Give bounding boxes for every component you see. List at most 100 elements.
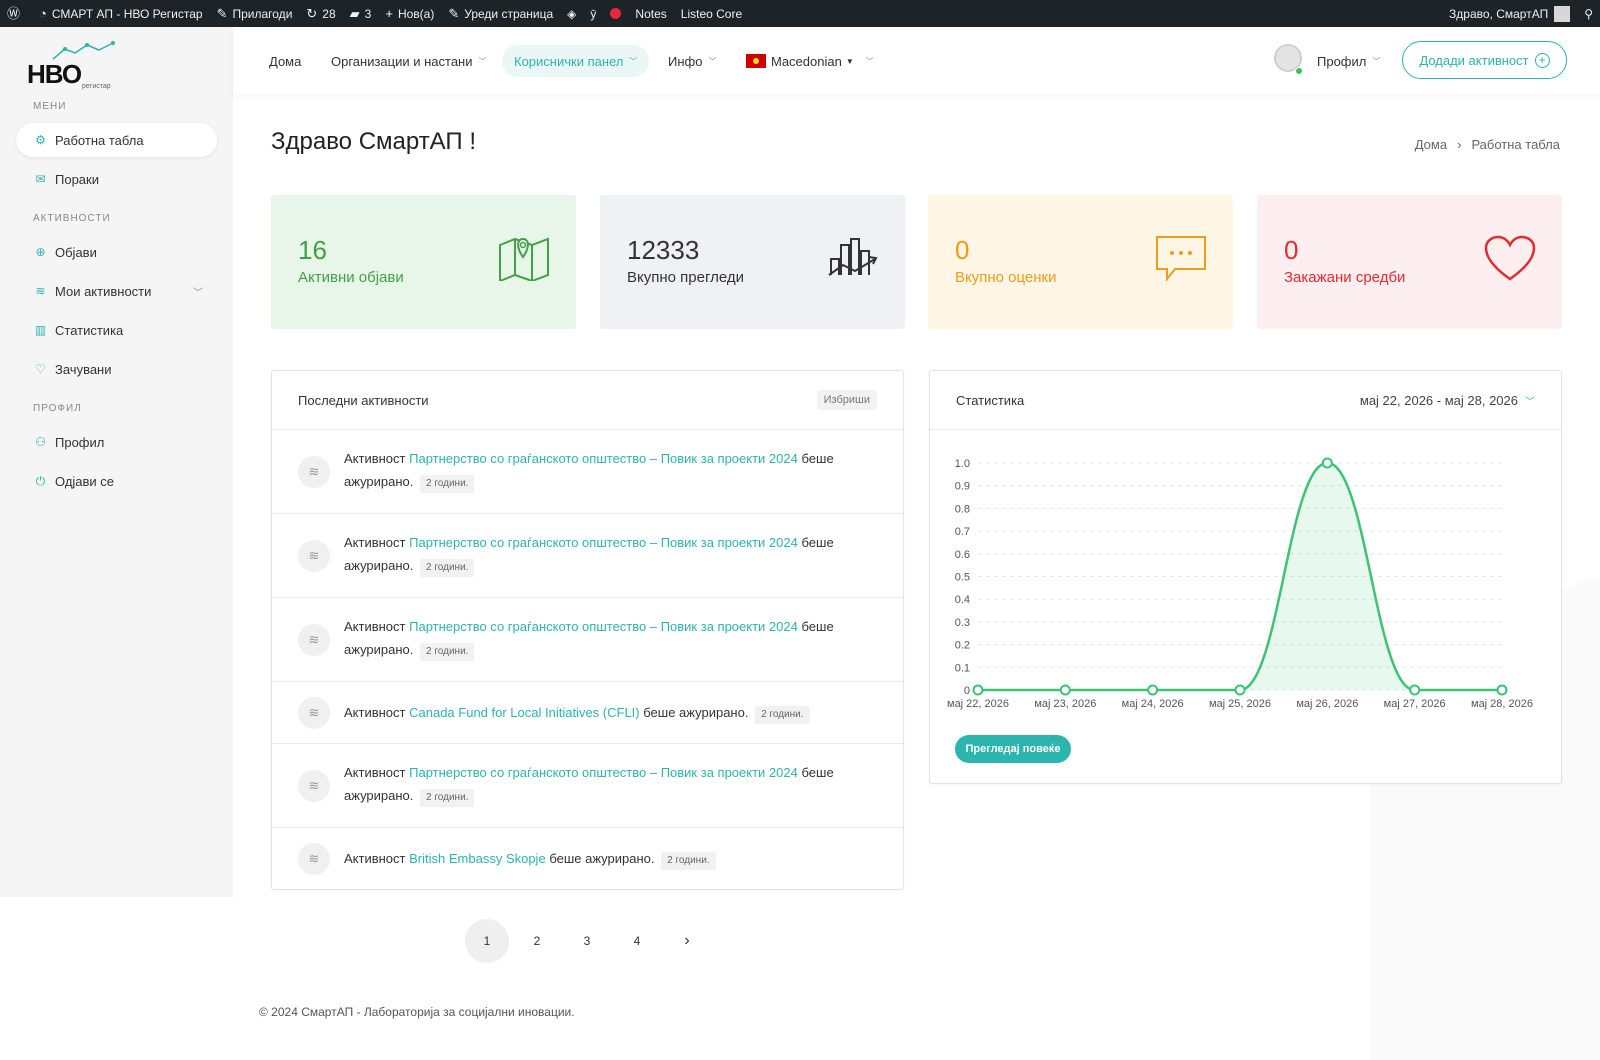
admin-comments[interactable]: ▰ 3 [343,0,379,27]
stat-card-active-posts: 16 Активни објави [271,195,576,329]
diamond-icon[interactable]: ◈ [560,0,583,27]
sidebar-item-profile[interactable]: ⚇ Профил [16,425,217,459]
activity-link[interactable]: Партнерство со граѓанското општество – П… [409,535,798,550]
envelope-icon: ✉ [35,172,46,186]
clear-button[interactable]: Избриши [816,390,877,410]
admin-listeo[interactable]: Listeo Core [674,0,749,27]
data-point [1234,684,1246,696]
admin-notes[interactable]: Notes [628,0,673,27]
stat-label: Вкупно прегледи [627,269,744,286]
y-tick-label: 0.7 [955,526,970,538]
x-tick-label: мај 23, 2026 [1034,698,1096,710]
time-badge: 2 години. [420,559,475,577]
logo[interactable]: НВО регистар [27,41,137,101]
list-item: ≋ Активност British Embassy Skopje беше … [272,828,903,890]
layers-icon: ≋ [298,456,330,488]
stat-card-total-reviews: 0 Вкупно оценки [928,195,1233,329]
admin-edit-page[interactable]: ✎ Уреди страница [441,0,560,27]
data-point [1496,684,1508,696]
x-tick-label: мај 26, 2026 [1296,698,1358,710]
nav-profile[interactable]: Профил ﹀ [1305,45,1392,77]
sidebar-item-post[interactable]: ⊕ Објави [16,235,217,269]
search-icon[interactable]: ⚲ [1577,0,1600,27]
layers-icon: ≋ [298,697,330,729]
sidebar-item-statistics[interactable]: ▥ Статистика [16,313,217,347]
series-line [978,461,1502,692]
breadcrumb-home[interactable]: Дома [1415,137,1447,152]
y-tick-label: 0.5 [955,572,970,584]
layers-icon: ≋ [35,284,46,298]
activity-link[interactable]: Canada Fund for Local Initiatives (CFLI) [409,705,640,720]
layers-icon: ≋ [298,624,330,656]
x-tick-label: мај 28, 2026 [1471,698,1533,710]
avatar [1554,5,1571,22]
user-icon: ⚇ [35,435,46,449]
sidebar-item-my-activities[interactable]: ≋ Мои активности ﹀ [16,274,217,308]
sidebar-item-saved[interactable]: ♡ Зачувани [16,352,217,386]
data-point [1147,684,1159,696]
sidebar-item-logout[interactable]: ⏻ Одјави се [16,464,217,498]
admin-updates[interactable]: ↻ 28 [299,0,342,27]
stat-value: 0 [1284,235,1299,265]
page-2-button[interactable]: 2 [515,919,559,963]
time-badge: 2 години. [661,852,716,870]
nav-organizations[interactable]: Организации и настани ﹀ [319,45,499,77]
statistics-panel: Статистика мај 22, 2026 - мај 28, 2026 ﹀ … [929,370,1562,784]
sidebar-item-messages[interactable]: ✉ Пораки [16,162,217,196]
plus-icon: + [385,6,393,21]
nav-info[interactable]: Инфо ﹀ [656,45,728,77]
plus-circle-icon: ⊕ [35,245,46,259]
layers-icon: ≋ [298,843,330,875]
data-point [1409,684,1421,696]
y-tick-label: 1.0 [955,458,970,470]
panel-title: Последни активности [298,392,429,408]
chevron-right-icon: › [1457,137,1462,152]
nav-home[interactable]: Дома [257,45,313,77]
y-tick-label: 0.3 [955,617,970,629]
chevron-down-icon: ﹀ [1525,396,1535,408]
time-badge: 2 години. [420,789,475,807]
top-navigation: Дома Организации и настани ﹀ Кориснички п… [233,27,1600,94]
y-tick-label: 0.6 [955,549,970,561]
stat-value: 16 [298,235,327,265]
language-select[interactable]: Macedonian ▼ ﹀ [734,45,886,77]
record-icon[interactable] [603,0,628,27]
wordpress-logo-icon[interactable]: Ⓦ [0,0,32,27]
stat-card-scheduled-meetings: 0 Закажани средби [1257,195,1562,329]
chevron-down-icon: ﹀ [629,56,638,66]
admin-greeting[interactable]: Здраво, СмартАП [1442,0,1577,27]
admin-new[interactable]: + Нов(а) [378,0,441,27]
bar-chart-icon: ▥ [34,323,47,337]
activity-link[interactable]: Партнерство со граѓанското општество – П… [409,619,798,634]
profile-heading: ПРОФИЛ [33,403,82,414]
chevron-down-icon: ﹀ [193,287,203,299]
yoast-icon[interactable]: ȳ [583,0,603,27]
plus-icon: + [1534,52,1550,68]
page-3-button[interactable]: 3 [565,919,609,963]
logo-graph-icon [52,41,115,60]
next-page-button[interactable]: › [665,919,709,963]
sidebar: НВО регистар МЕНИ ⚙ Работна табла ✉ Пораки… [0,27,233,897]
nav-user-panel[interactable]: Кориснички панел ﹀ [502,45,650,77]
time-badge: 2 години. [420,643,475,661]
activity-link[interactable]: Партнерство со граѓанското општество – П… [409,765,798,780]
view-more-button[interactable]: Прегледај повеќе [955,735,1071,763]
x-tick-label: мај 24, 2026 [1122,698,1184,710]
page-4-button[interactable]: 4 [615,919,659,963]
date-range-picker[interactable]: мај 22, 2026 - мај 28, 2026 ﹀ [1360,393,1535,408]
activity-link[interactable]: British Embassy Skopje [409,851,546,866]
stat-label: Вкупно оценки [955,269,1057,286]
page-1-button[interactable]: 1 [465,919,509,963]
admin-customize[interactable]: ✎ Прилагоди [210,0,300,27]
activity-link[interactable]: Партнерство со граѓанското општество – П… [409,451,798,466]
x-tick-label: мај 22, 2026 [947,698,1009,710]
logo-subtitle: регистар [82,83,111,90]
y-tick-label: 0.4 [955,594,970,606]
time-badge: 2 години. [755,706,810,724]
layers-icon: ≋ [298,770,330,802]
admin-site-name[interactable]: ◔ СМАРТ АП - НВО Регистар [32,0,210,27]
add-activity-button[interactable]: Додади активност + [1402,41,1567,79]
sidebar-item-dashboard[interactable]: ⚙ Работна табла [16,123,217,157]
power-icon: ⏻ [35,473,46,488]
breadcrumb-current: Работна табла [1471,137,1560,152]
